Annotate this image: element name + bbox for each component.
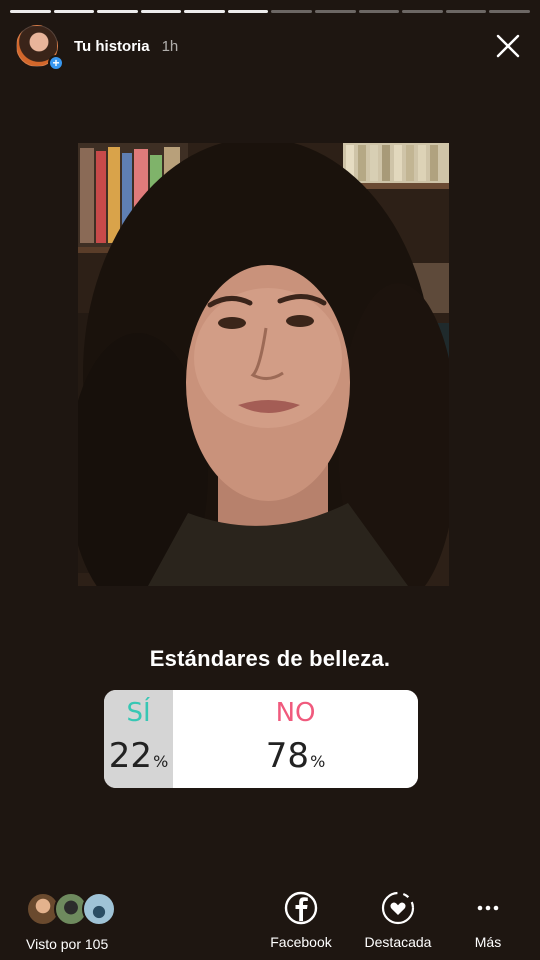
profile-avatar[interactable]: + [16,25,64,71]
poll-sticker[interactable]: SÍ 22% NO 78% [104,690,418,788]
poll-option-no[interactable]: NO 78% [173,690,418,788]
highlight-heart-icon [381,891,415,925]
story-photo [78,143,449,586]
progress-segment [315,10,356,13]
progress-segment [140,10,182,13]
add-story-icon[interactable]: + [48,55,64,71]
poll-option-percent: 22% [108,736,169,776]
facebook-label: Facebook [270,934,332,950]
poll-option-label: NO [275,698,316,728]
progress-segment [184,10,225,13]
poll-option-label: SÍ [126,698,151,728]
more-icon [477,905,499,911]
progress-segment [358,10,400,13]
progress-segment [97,10,138,13]
progress-segment [271,10,313,13]
story-header: + Tu historia 1h [16,24,524,71]
progress-segment [10,10,51,13]
more-label: Más [474,934,502,950]
facebook-share-button[interactable]: Facebook [268,890,334,950]
highlight-button[interactable]: Destacada [360,890,436,950]
facebook-icon [284,891,318,925]
close-icon[interactable] [494,32,522,60]
viewer-avatars[interactable] [26,892,126,926]
story-progress-bar [10,10,530,13]
seen-by-count[interactable]: Visto por 105 [26,936,108,952]
more-button[interactable]: Más [468,890,508,950]
poll-option-yes[interactable]: SÍ 22% [104,690,174,788]
story-footer: Visto por 105 Facebook Destacada Más [0,890,540,954]
poll-question: Estándares de belleza. [149,646,391,671]
highlight-label: Destacada [364,934,432,950]
poll-option-percent: 78% [265,736,326,776]
story-time: 1h [161,37,179,55]
progress-segment [402,10,443,13]
progress-segment [445,10,487,13]
story-title[interactable]: Tu historia [74,38,150,55]
viewer-avatar [82,892,116,926]
progress-segment [227,10,269,13]
progress-segment [53,10,95,13]
progress-segment [489,10,530,13]
